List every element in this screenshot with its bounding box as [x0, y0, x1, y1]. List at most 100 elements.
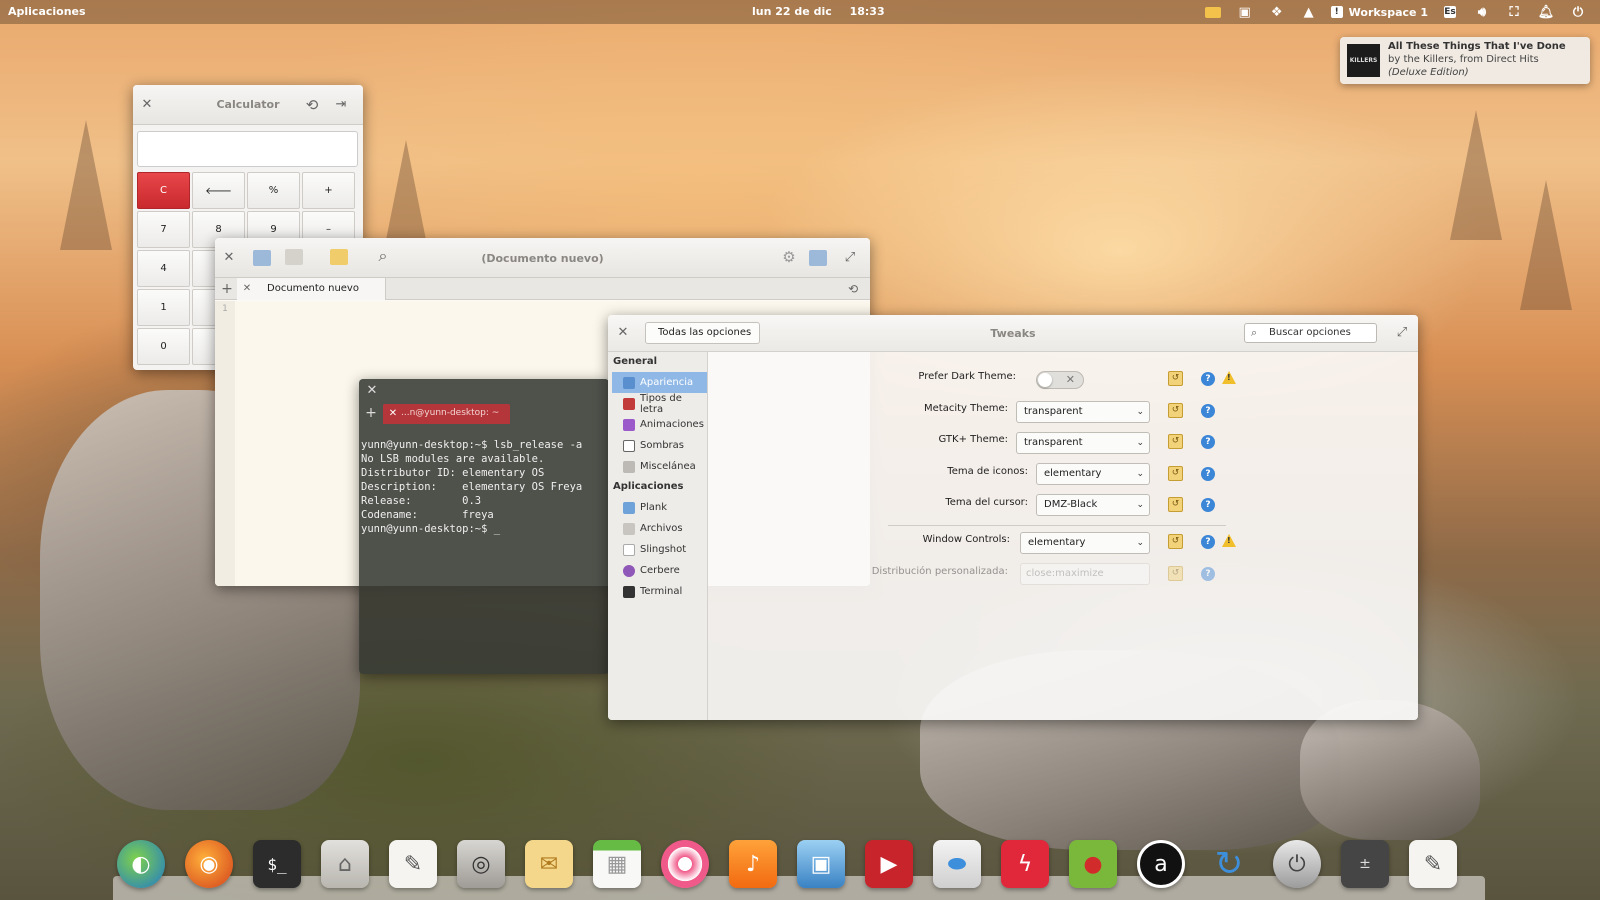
text-editor-icon[interactable]: ✎: [385, 836, 441, 892]
one-key[interactable]: 1: [137, 289, 190, 326]
power-icon[interactable]: ⏻: [1562, 3, 1594, 21]
music-notification[interactable]: KILLERS All These Things That I've Done …: [1340, 37, 1590, 84]
sidebar-item-cerbere[interactable]: Cerbere: [608, 560, 707, 581]
videos-icon[interactable]: ▶: [861, 836, 917, 892]
help-icon[interactable]: ?: [1201, 404, 1215, 418]
cerbere-icon: [623, 564, 635, 577]
reset-icon[interactable]: ↺: [1168, 497, 1183, 512]
tab-close-icon[interactable]: ✕: [239, 281, 255, 297]
sidebar-item-apariencia[interactable]: Apariencia: [612, 372, 707, 393]
history-icon[interactable]: ⟲: [304, 97, 320, 113]
icon-theme-select[interactable]: elementary ⌄: [1036, 463, 1150, 485]
terminal-app-icon[interactable]: $_: [249, 836, 305, 892]
gtk-theme-select[interactable]: transparent ⌄: [1016, 432, 1150, 454]
sidebar-item-fonts[interactable]: Tipos de letra: [608, 393, 707, 415]
notifications-bell-icon[interactable]: 🔔︎: [1530, 3, 1562, 21]
network-icon[interactable]: ⛶: [1498, 3, 1530, 21]
tab-close-icon[interactable]: ✕: [385, 406, 401, 422]
editor-tab[interactable]: ✕ Documento nuevo: [237, 278, 386, 300]
volume-icon[interactable]: 🔊︎: [1466, 3, 1498, 21]
music-icon[interactable]: ♪: [725, 836, 781, 892]
help-icon[interactable]: ?: [1201, 372, 1215, 386]
calendar-icon[interactable]: ▦: [589, 836, 645, 892]
terminal-titlebar[interactable]: ✕: [359, 379, 609, 402]
settings-gear-icon[interactable]: ⚙: [781, 249, 797, 265]
terminal-output[interactable]: yunn@yunn-desktop:~$ lsb_release -a No L…: [361, 438, 582, 536]
help-icon[interactable]: ?: [1201, 467, 1215, 481]
line-number-gutter: 1: [215, 301, 235, 586]
maximize-icon[interactable]: ⤢: [1394, 325, 1410, 341]
maximize-icon[interactable]: ⤢: [842, 250, 858, 266]
editor-toolbar[interactable]: ✕ ⌕ (Documento nuevo) ⚙ ⤢: [215, 238, 870, 278]
files-home-icon[interactable]: ⌂: [317, 836, 373, 892]
sidebar-item-label: Plank: [640, 502, 668, 513]
tweaks-headerbar[interactable]: ✕ Todas las opciones Tweaks ⌕ Buscar opc…: [608, 315, 1418, 352]
sidebar-item-label: Sombras: [640, 440, 685, 451]
help-icon[interactable]: ?: [1201, 535, 1215, 549]
share-icon[interactable]: [809, 250, 827, 266]
four-key[interactable]: 4: [137, 250, 190, 287]
reset-icon[interactable]: ↺: [1168, 534, 1183, 549]
panel-clock[interactable]: lun 22 de dic 18:33: [752, 5, 899, 18]
gtk-theme-value: transparent: [1024, 437, 1083, 448]
closed-tabs-history-icon[interactable]: ⟲: [845, 281, 861, 297]
backspace-key[interactable]: 🡐: [192, 172, 245, 209]
plus-key[interactable]: +: [302, 172, 355, 209]
new-tab-plus-icon[interactable]: +: [363, 405, 379, 421]
applications-menu[interactable]: Aplicaciones: [8, 5, 86, 18]
amazon-icon[interactable]: a: [1133, 836, 1189, 892]
metacity-theme-select[interactable]: transparent ⌄: [1016, 401, 1150, 423]
messages-indicator-icon[interactable]: [1197, 3, 1229, 21]
midori-browser-icon[interactable]: ◐: [113, 836, 169, 892]
notification-album-edition: (Deluxe Edition): [1388, 67, 1469, 78]
cursor-theme-select[interactable]: DMZ-Black ⌄: [1036, 494, 1150, 516]
panel-date: lun 22 de dic: [752, 5, 832, 18]
calculator-display[interactable]: [137, 131, 358, 167]
percent-key[interactable]: %: [247, 172, 300, 209]
calculator-app-icon[interactable]: ±: [1337, 836, 1393, 892]
camera-icon[interactable]: ◎: [453, 836, 509, 892]
sidebar-item-shadows[interactable]: Sombras: [608, 435, 707, 456]
reset-icon[interactable]: ↺: [1168, 466, 1183, 481]
flash-icon[interactable]: ϟ: [997, 836, 1053, 892]
zero-key[interactable]: 0: [137, 328, 190, 365]
workspace-indicator[interactable]: ! Workspace 1: [1325, 3, 1434, 21]
lollypop-icon[interactable]: [657, 836, 713, 892]
close-icon[interactable]: ✕: [364, 383, 380, 399]
sidebar-item-terminal[interactable]: Terminal: [608, 581, 707, 602]
reset-icon[interactable]: ↺: [1168, 434, 1183, 449]
scratch-editor-icon[interactable]: ✎: [1405, 836, 1461, 892]
reset-icon[interactable]: ↺: [1168, 403, 1183, 418]
seven-key[interactable]: 7: [137, 211, 190, 248]
sidebar-item-plank[interactable]: Plank: [608, 497, 707, 518]
sidebar-item-slingshot[interactable]: Slingshot: [608, 539, 707, 560]
warning-icon: !: [1222, 371, 1236, 384]
shotwell-photos-icon[interactable]: ▣: [793, 836, 849, 892]
new-tab-plus-icon[interactable]: +: [219, 281, 235, 297]
mail-icon[interactable]: ✉: [521, 836, 577, 892]
appearance-icon: [623, 376, 635, 389]
terminal-line: yunn@yunn-desktop:~$ lsb_release -a: [361, 439, 583, 451]
window-indicator-icon[interactable]: ▣: [1229, 3, 1261, 21]
software-updater-icon[interactable]: ↻: [1201, 836, 1257, 892]
system-settings-icon[interactable]: ⬬: [929, 836, 985, 892]
firefox-icon[interactable]: ◉: [181, 836, 237, 892]
search-settings-input[interactable]: ⌕ Buscar opciones: [1244, 323, 1377, 343]
dropbox-icon[interactable]: ❖: [1261, 3, 1293, 21]
clear-key[interactable]: C: [137, 172, 190, 209]
help-icon[interactable]: ?: [1201, 435, 1215, 449]
cloud-sync-icon[interactable]: ▲: [1293, 3, 1325, 21]
reset-icon[interactable]: ↺: [1168, 371, 1183, 386]
dark-theme-toggle[interactable]: ✕: [1036, 371, 1084, 389]
terminal-tab[interactable]: ✕ ...n@yunn-desktop: ~: [383, 404, 510, 424]
ladybug-bug-tracker-icon[interactable]: ●: [1065, 836, 1121, 892]
sidebar-item-animations[interactable]: Animaciones: [608, 414, 707, 435]
sidebar-item-misc[interactable]: Miscelánea: [608, 456, 707, 477]
extended-mode-icon[interactable]: ⇥: [333, 97, 349, 113]
help-icon[interactable]: ?: [1201, 498, 1215, 512]
window-controls-select[interactable]: elementary ⌄: [1020, 532, 1150, 554]
power-shutdown-icon[interactable]: ⏻: [1269, 836, 1325, 892]
keyboard-layout-indicator[interactable]: Es: [1434, 3, 1466, 21]
sidebar-item-files[interactable]: Archivos: [608, 518, 707, 539]
calculator-titlebar[interactable]: ✕ Calculator ⟲ ⇥: [133, 85, 363, 125]
